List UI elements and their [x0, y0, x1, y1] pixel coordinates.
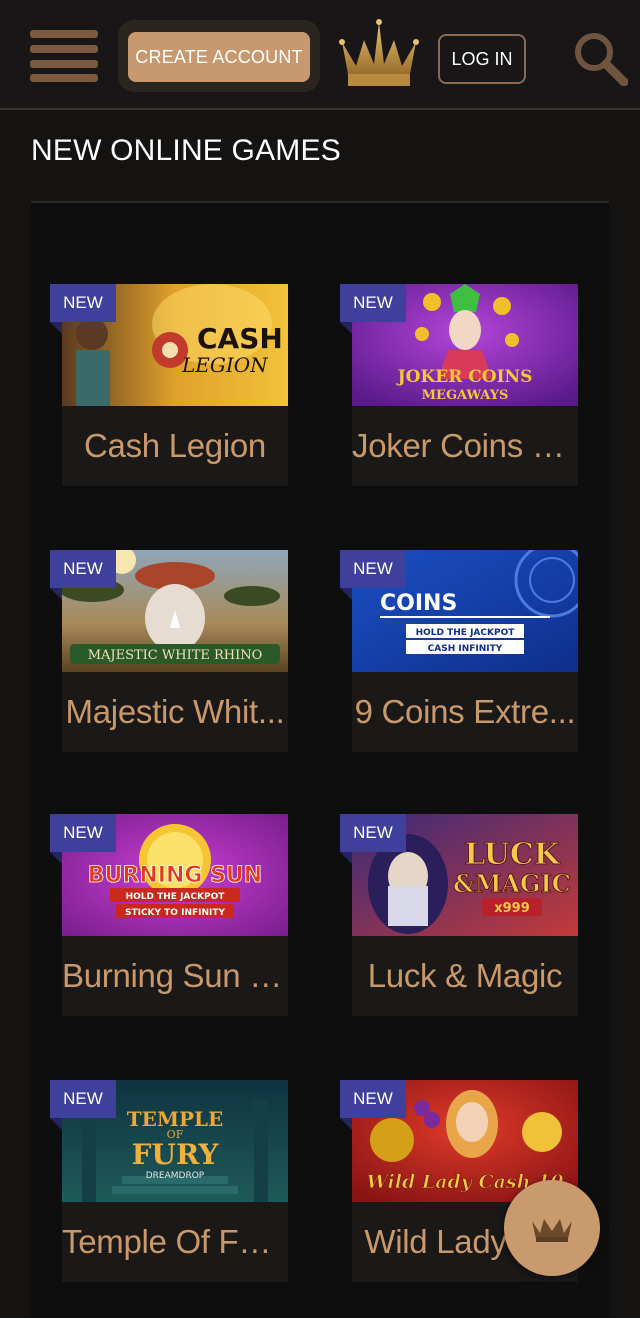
badge-fold	[340, 852, 352, 864]
top-header: CREATE ACCOUNT LOG IN	[0, 0, 640, 110]
game-card-luck-magic[interactable]: LUCK &MAGIC x999 Luck & Magic NEW	[340, 814, 578, 1016]
floating-crown-button[interactable]	[504, 1180, 600, 1276]
game-art-text: &MAGIC	[453, 869, 571, 898]
new-badge: NEW	[50, 550, 116, 588]
game-art-text: HOLD THE JACKPOT	[416, 628, 516, 638]
game-title-bar[interactable]: Burning Sun E...	[62, 936, 288, 1016]
hamburger-menu-icon[interactable]	[30, 30, 98, 82]
badge-fold	[340, 588, 352, 600]
game-card-temple-of-fury[interactable]: TEMPLE OF FURY DREAMDROP Temple Of Fur..…	[50, 1080, 288, 1282]
game-card-9-coins-extreme[interactable]: COINS HOLD THE JACKPOT CASH INFINITY 9 C…	[340, 550, 578, 752]
new-badge: NEW	[50, 1080, 116, 1118]
game-card-burning-sun[interactable]: BURNING SUN HOLD THE JACKPOT STICKY TO I…	[50, 814, 288, 1016]
crown-icon	[532, 1215, 572, 1242]
new-badge: NEW	[340, 814, 406, 852]
game-title[interactable]: Temple Of Fur...	[62, 1223, 288, 1261]
game-art-text: x999	[494, 901, 530, 916]
game-art-text: DREAMDROP	[146, 1171, 205, 1181]
game-title[interactable]: Burning Sun E...	[62, 957, 288, 995]
game-title-bar[interactable]: Majestic Whit...	[62, 672, 288, 752]
new-badge: NEW	[340, 1080, 406, 1118]
game-title[interactable]: Luck & Magic	[352, 957, 578, 995]
game-art-text: LUCK	[464, 837, 560, 872]
game-title[interactable]: Majestic Whit...	[62, 693, 288, 731]
badge-fold	[340, 1118, 352, 1130]
badge-fold	[50, 1118, 62, 1130]
game-art-text: HOLD THE JACKPOT	[126, 892, 226, 902]
search-icon[interactable]	[572, 30, 629, 87]
new-badge: NEW	[50, 814, 116, 852]
badge-fold	[340, 322, 352, 334]
game-title-bar[interactable]: 9 Coins Extre...	[352, 672, 578, 752]
game-title[interactable]: Joker Coins M...	[352, 427, 578, 465]
game-art-text: MAJESTIC WHITE RHINO	[88, 648, 263, 663]
new-badge: NEW	[340, 550, 406, 588]
badge-fold	[50, 588, 62, 600]
game-art-text: LEGION	[181, 353, 269, 377]
game-title-bar[interactable]: Joker Coins M...	[352, 406, 578, 486]
create-account-button[interactable]: CREATE ACCOUNT	[128, 32, 310, 82]
game-art-text: FURY	[132, 1138, 220, 1171]
login-button[interactable]: LOG IN	[438, 34, 526, 84]
game-art-text: BURNING SUN	[88, 863, 262, 888]
badge-fold	[50, 322, 62, 334]
game-card-majestic-white-rhino[interactable]: MAJESTIC WHITE RHINO Majestic Whit... NE…	[50, 550, 288, 752]
section-title: NEW ONLINE GAMES	[31, 134, 341, 167]
game-art-text: CASH	[197, 322, 283, 355]
new-badge: NEW	[340, 284, 406, 322]
game-title[interactable]: Cash Legion	[62, 427, 288, 465]
game-title-bar[interactable]: Cash Legion	[62, 406, 288, 486]
badge-fold	[50, 852, 62, 864]
game-art-text: STICKY TO INFINITY	[125, 908, 226, 918]
game-art-text: CASH INFINITY	[428, 644, 503, 654]
game-title-bar[interactable]: Temple Of Fur...	[62, 1202, 288, 1282]
crown-icon[interactable]	[338, 18, 420, 88]
create-account-container: CREATE ACCOUNT	[118, 20, 320, 92]
game-art-text: COINS	[380, 591, 457, 616]
game-card-joker-coins[interactable]: JOKER COINS MEGAWAYS Joker Coins M... NE…	[340, 284, 578, 486]
game-card-cash-legion[interactable]: CASH LEGION Cash Legion NEW	[50, 284, 288, 486]
game-title[interactable]: 9 Coins Extre...	[352, 693, 578, 731]
game-title-bar[interactable]: Luck & Magic	[352, 936, 578, 1016]
game-art-text: MEGAWAYS	[422, 388, 509, 403]
game-art-text: JOKER COINS	[396, 367, 533, 387]
new-badge: NEW	[50, 284, 116, 322]
